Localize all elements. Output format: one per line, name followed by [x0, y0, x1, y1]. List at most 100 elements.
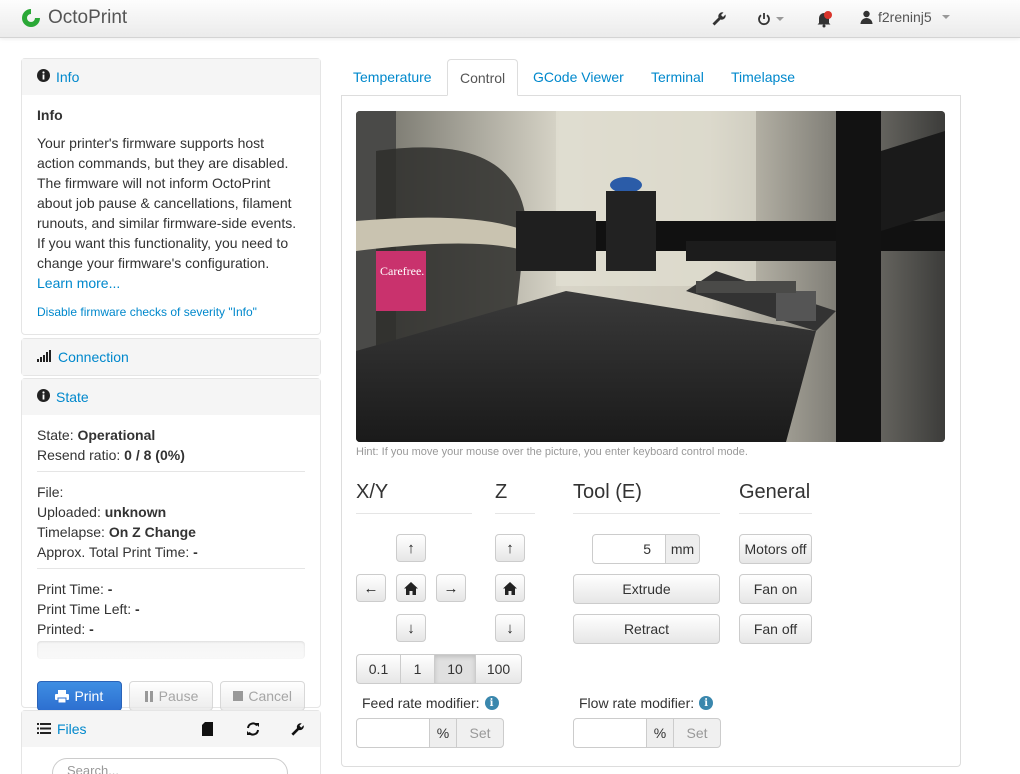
webcam-hint: Hint: If you move your mouse over the pi… [356, 446, 748, 458]
jog-y-minus-button[interactable]: ↓ [396, 614, 426, 642]
power-icon [758, 13, 770, 26]
approx-print-time-line: Approx. Total Print Time: - [37, 544, 198, 560]
feed-rate-input[interactable] [356, 718, 430, 748]
step-size-10[interactable]: 10 [434, 654, 476, 684]
bell-alert-icon [817, 11, 832, 28]
info-icon[interactable]: i [699, 696, 714, 710]
info-circle-icon [37, 69, 50, 85]
state-line: State: Operational [37, 427, 156, 443]
refresh-icon[interactable] [246, 722, 260, 739]
info-panel: Info Info Your printer's firmware suppor… [21, 58, 321, 335]
sd-card-icon[interactable] [202, 722, 213, 739]
info-circle-icon [37, 389, 50, 405]
signal-icon [37, 349, 52, 365]
arrow-down-icon: ↓ [506, 619, 514, 637]
system-menu-button[interactable] [757, 9, 784, 29]
jog-z-minus-button[interactable]: ↓ [495, 614, 525, 642]
timelapse-line: Timelapse: On Z Change [37, 524, 196, 540]
files-panel-header[interactable]: Files [22, 711, 320, 747]
notifications-button[interactable] [815, 9, 833, 29]
feed-rate-label: Feed rate modifier: i [362, 695, 499, 711]
state-panel: State State: Operational Resend ratio: 0… [21, 378, 321, 711]
cancel-button[interactable]: Cancel [220, 681, 306, 711]
pause-icon [144, 690, 153, 702]
flow-rate-set-button[interactable]: Set [673, 718, 721, 748]
extrude-button[interactable]: Extrude [573, 574, 720, 604]
uploaded-line: Uploaded: unknown [37, 504, 167, 520]
jog-x-minus-button[interactable]: ← [356, 574, 386, 602]
retract-button[interactable]: Retract [573, 614, 720, 644]
home-icon [503, 581, 517, 595]
resend-ratio-value: 0 / 8 (0%) [124, 447, 185, 463]
settings-button[interactable] [711, 9, 727, 29]
info-message-text: Your printer's firmware supports host ac… [37, 135, 297, 271]
home-z-button[interactable] [495, 574, 525, 602]
feed-rate-group: % Set [356, 718, 504, 748]
fan-off-button[interactable]: Fan off [739, 614, 812, 644]
brand-link[interactable]: OctoPrint [20, 7, 127, 29]
username: f2reninj5 [878, 9, 932, 25]
pause-button-label: Pause [158, 688, 199, 704]
divider [37, 471, 305, 472]
fan-on-button[interactable]: Fan on [739, 574, 812, 604]
print-time-left-value: - [135, 601, 140, 617]
info-heading: Info [37, 107, 63, 123]
connection-panel: Connection [21, 338, 321, 376]
info-message: Your printer's firmware supports host ac… [37, 133, 305, 293]
wrench-icon[interactable] [290, 722, 305, 740]
disable-firmware-checks-link[interactable]: Disable firmware checks of severity "Inf… [37, 305, 305, 319]
printer-icon [55, 689, 70, 703]
flow-rate-input[interactable] [573, 718, 647, 748]
files-search-input[interactable]: Search... [52, 758, 288, 774]
motors-off-button[interactable]: Motors off [739, 534, 812, 564]
print-time-line: Print Time: - [37, 581, 113, 597]
flow-rate-group: % Set [573, 718, 721, 748]
resend-ratio-line: Resend ratio: 0 / 8 (0%) [37, 447, 185, 463]
files-panel-title: Files [57, 721, 87, 737]
webcam-stream[interactable]: Carefree. [356, 111, 945, 442]
feed-rate-label-text: Feed rate modifier: [362, 695, 480, 711]
tab-gcode-viewer[interactable]: GCode Viewer [521, 59, 636, 96]
jog-z-plus-button[interactable]: ↑ [495, 534, 525, 562]
brand-name: OctoPrint [48, 7, 128, 28]
extrude-amount-input[interactable]: 5 [592, 534, 666, 564]
tab-bar: Temperature Control GCode Viewer Termina… [341, 59, 961, 96]
tab-temperature[interactable]: Temperature [341, 59, 444, 96]
uploaded-value: unknown [104, 504, 167, 520]
print-button-label: Print [74, 688, 104, 704]
tab-control[interactable]: Control [447, 59, 519, 96]
print-time-value: - [107, 581, 113, 597]
state-panel-title: State [56, 389, 89, 405]
pause-button[interactable]: Pause [128, 681, 214, 711]
info-icon[interactable]: i [484, 696, 499, 710]
step-size-0-1[interactable]: 0.1 [356, 654, 401, 684]
jog-x-plus-button[interactable]: → [436, 574, 466, 602]
connection-panel-header[interactable]: Connection [22, 339, 320, 375]
print-button[interactable]: Print [37, 681, 122, 711]
arrow-left-icon: ← [363, 579, 379, 597]
wrench-icon [712, 12, 726, 26]
print-time-left-line: Print Time Left: - [37, 601, 140, 617]
xy-heading: X/Y [356, 481, 472, 514]
list-icon [37, 721, 51, 737]
info-panel-header[interactable]: Info [22, 59, 320, 95]
general-heading: General [739, 481, 812, 514]
tab-terminal[interactable]: Terminal [639, 59, 716, 96]
state-panel-header[interactable]: State [22, 379, 320, 415]
approx-print-time-value: - [193, 544, 198, 560]
step-size-1[interactable]: 1 [400, 654, 435, 684]
flow-rate-percent-addon: % [646, 718, 674, 748]
connection-panel-title: Connection [58, 349, 129, 365]
info-panel-title: Info [56, 69, 80, 85]
tool-heading: Tool (E) [573, 481, 720, 514]
learn-more-link[interactable]: Learn more... [37, 275, 120, 291]
jog-y-plus-button[interactable]: ↑ [396, 534, 426, 562]
z-heading: Z [495, 481, 535, 514]
user-menu[interactable]: f2reninj5 [860, 9, 950, 25]
feed-rate-set-button[interactable]: Set [456, 718, 504, 748]
flow-rate-label-text: Flow rate modifier: [579, 695, 695, 711]
home-xy-button[interactable] [396, 574, 426, 602]
step-size-100[interactable]: 100 [475, 654, 522, 684]
tab-timelapse[interactable]: Timelapse [719, 59, 807, 96]
stop-icon [233, 691, 244, 701]
